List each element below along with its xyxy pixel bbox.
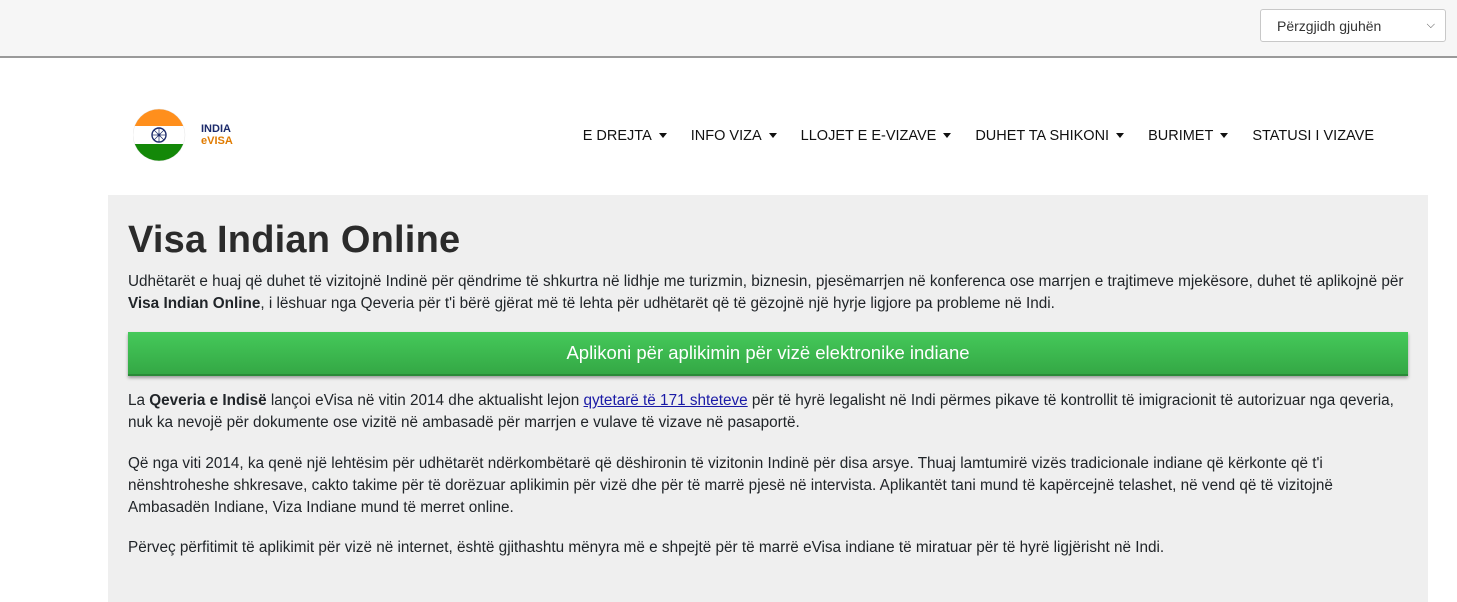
nav-item-label: BURIMET — [1148, 128, 1214, 144]
apply-button[interactable]: Aplikoni për aplikimin për vizë elektron… — [128, 332, 1408, 376]
nav-item-label: LLOJET E E-VIZAVE — [800, 128, 937, 144]
chevron-down-icon: ⌵ — [1426, 19, 1435, 31]
caret-down-icon — [943, 132, 952, 138]
site-header: INDIA eVISA E DREJTA INFO VIZA LLOJET E … — [0, 58, 1457, 195]
page-title: Visa Indian Online — [128, 219, 461, 261]
language-select-value: Përzgjidh gjuhën — [1277, 17, 1382, 34]
nav-item-burimet[interactable]: BURIMET — [1136, 128, 1240, 144]
nav-item-llojet-e-vizave[interactable]: LLOJET E E-VIZAVE — [789, 128, 964, 144]
logo-text-evisa: eVISA — [201, 135, 233, 147]
language-select[interactable]: Përzgjidh gjuhën ⌵ — [1260, 9, 1446, 42]
logo-text-india: INDIA — [201, 123, 231, 135]
paragraph-bold-text: Qeveria e Indisë — [149, 392, 267, 409]
main-content: Visa Indian Online Udhëtarët e huaj që d… — [108, 195, 1428, 602]
nav-item-label: DUHET TA SHIKONI — [975, 128, 1110, 144]
nav-item-e-drejta[interactable]: E DREJTA — [571, 128, 679, 144]
top-bar: Përzgjidh gjuhën ⌵ — [0, 0, 1457, 58]
intro-bold-text: Visa Indian Online — [128, 295, 261, 312]
site-logo[interactable]: INDIA eVISA — [132, 108, 243, 162]
benefit-paragraph: Përveç përfitimit të aplikimit për vizë … — [128, 539, 1165, 556]
india-flag-icon — [132, 108, 186, 162]
intro-paragraph: Udhëtarët e huaj që duhet të vizitojnë I… — [128, 271, 1410, 315]
main-nav: E DREJTA INFO VIZA LLOJET E E-VIZAVE DUH… — [571, 128, 1386, 144]
caret-down-icon — [768, 132, 777, 138]
nav-item-label: INFO VIZA — [690, 128, 762, 144]
intro-text-end: , i lëshuar nga Qeveria për t'i bërë gjë… — [260, 295, 1055, 312]
caret-down-icon — [1116, 132, 1125, 138]
government-paragraph: La Qeveria e Indisë lançoi eVisa në viti… — [128, 390, 1410, 434]
nav-item-info-viza[interactable]: INFO VIZA — [679, 128, 789, 144]
nav-item-label: STATUSI I VIZAVE — [1252, 128, 1374, 144]
eligible-countries-link[interactable]: qytetarë të 171 shteteve — [584, 392, 748, 409]
nav-item-label: E DREJTA — [582, 128, 652, 144]
nav-item-statusi-i-vizave[interactable]: STATUSI I VIZAVE — [1240, 128, 1386, 144]
caret-down-icon — [658, 132, 667, 138]
nav-item-duhet-ta-shikoni[interactable]: DUHET TA SHIKONI — [963, 128, 1136, 144]
intro-text: Udhëtarët e huaj që duhet të vizitojnë I… — [128, 273, 1404, 290]
logo-text: INDIA eVISA — [201, 123, 233, 147]
history-paragraph: Që nga viti 2014, ka qenë një lehtësim p… — [128, 455, 1333, 516]
paragraph-text: lançoi eVisa në vitin 2014 dhe aktualish… — [266, 392, 584, 409]
caret-down-icon — [1220, 132, 1229, 138]
paragraph-text: La — [128, 392, 150, 409]
